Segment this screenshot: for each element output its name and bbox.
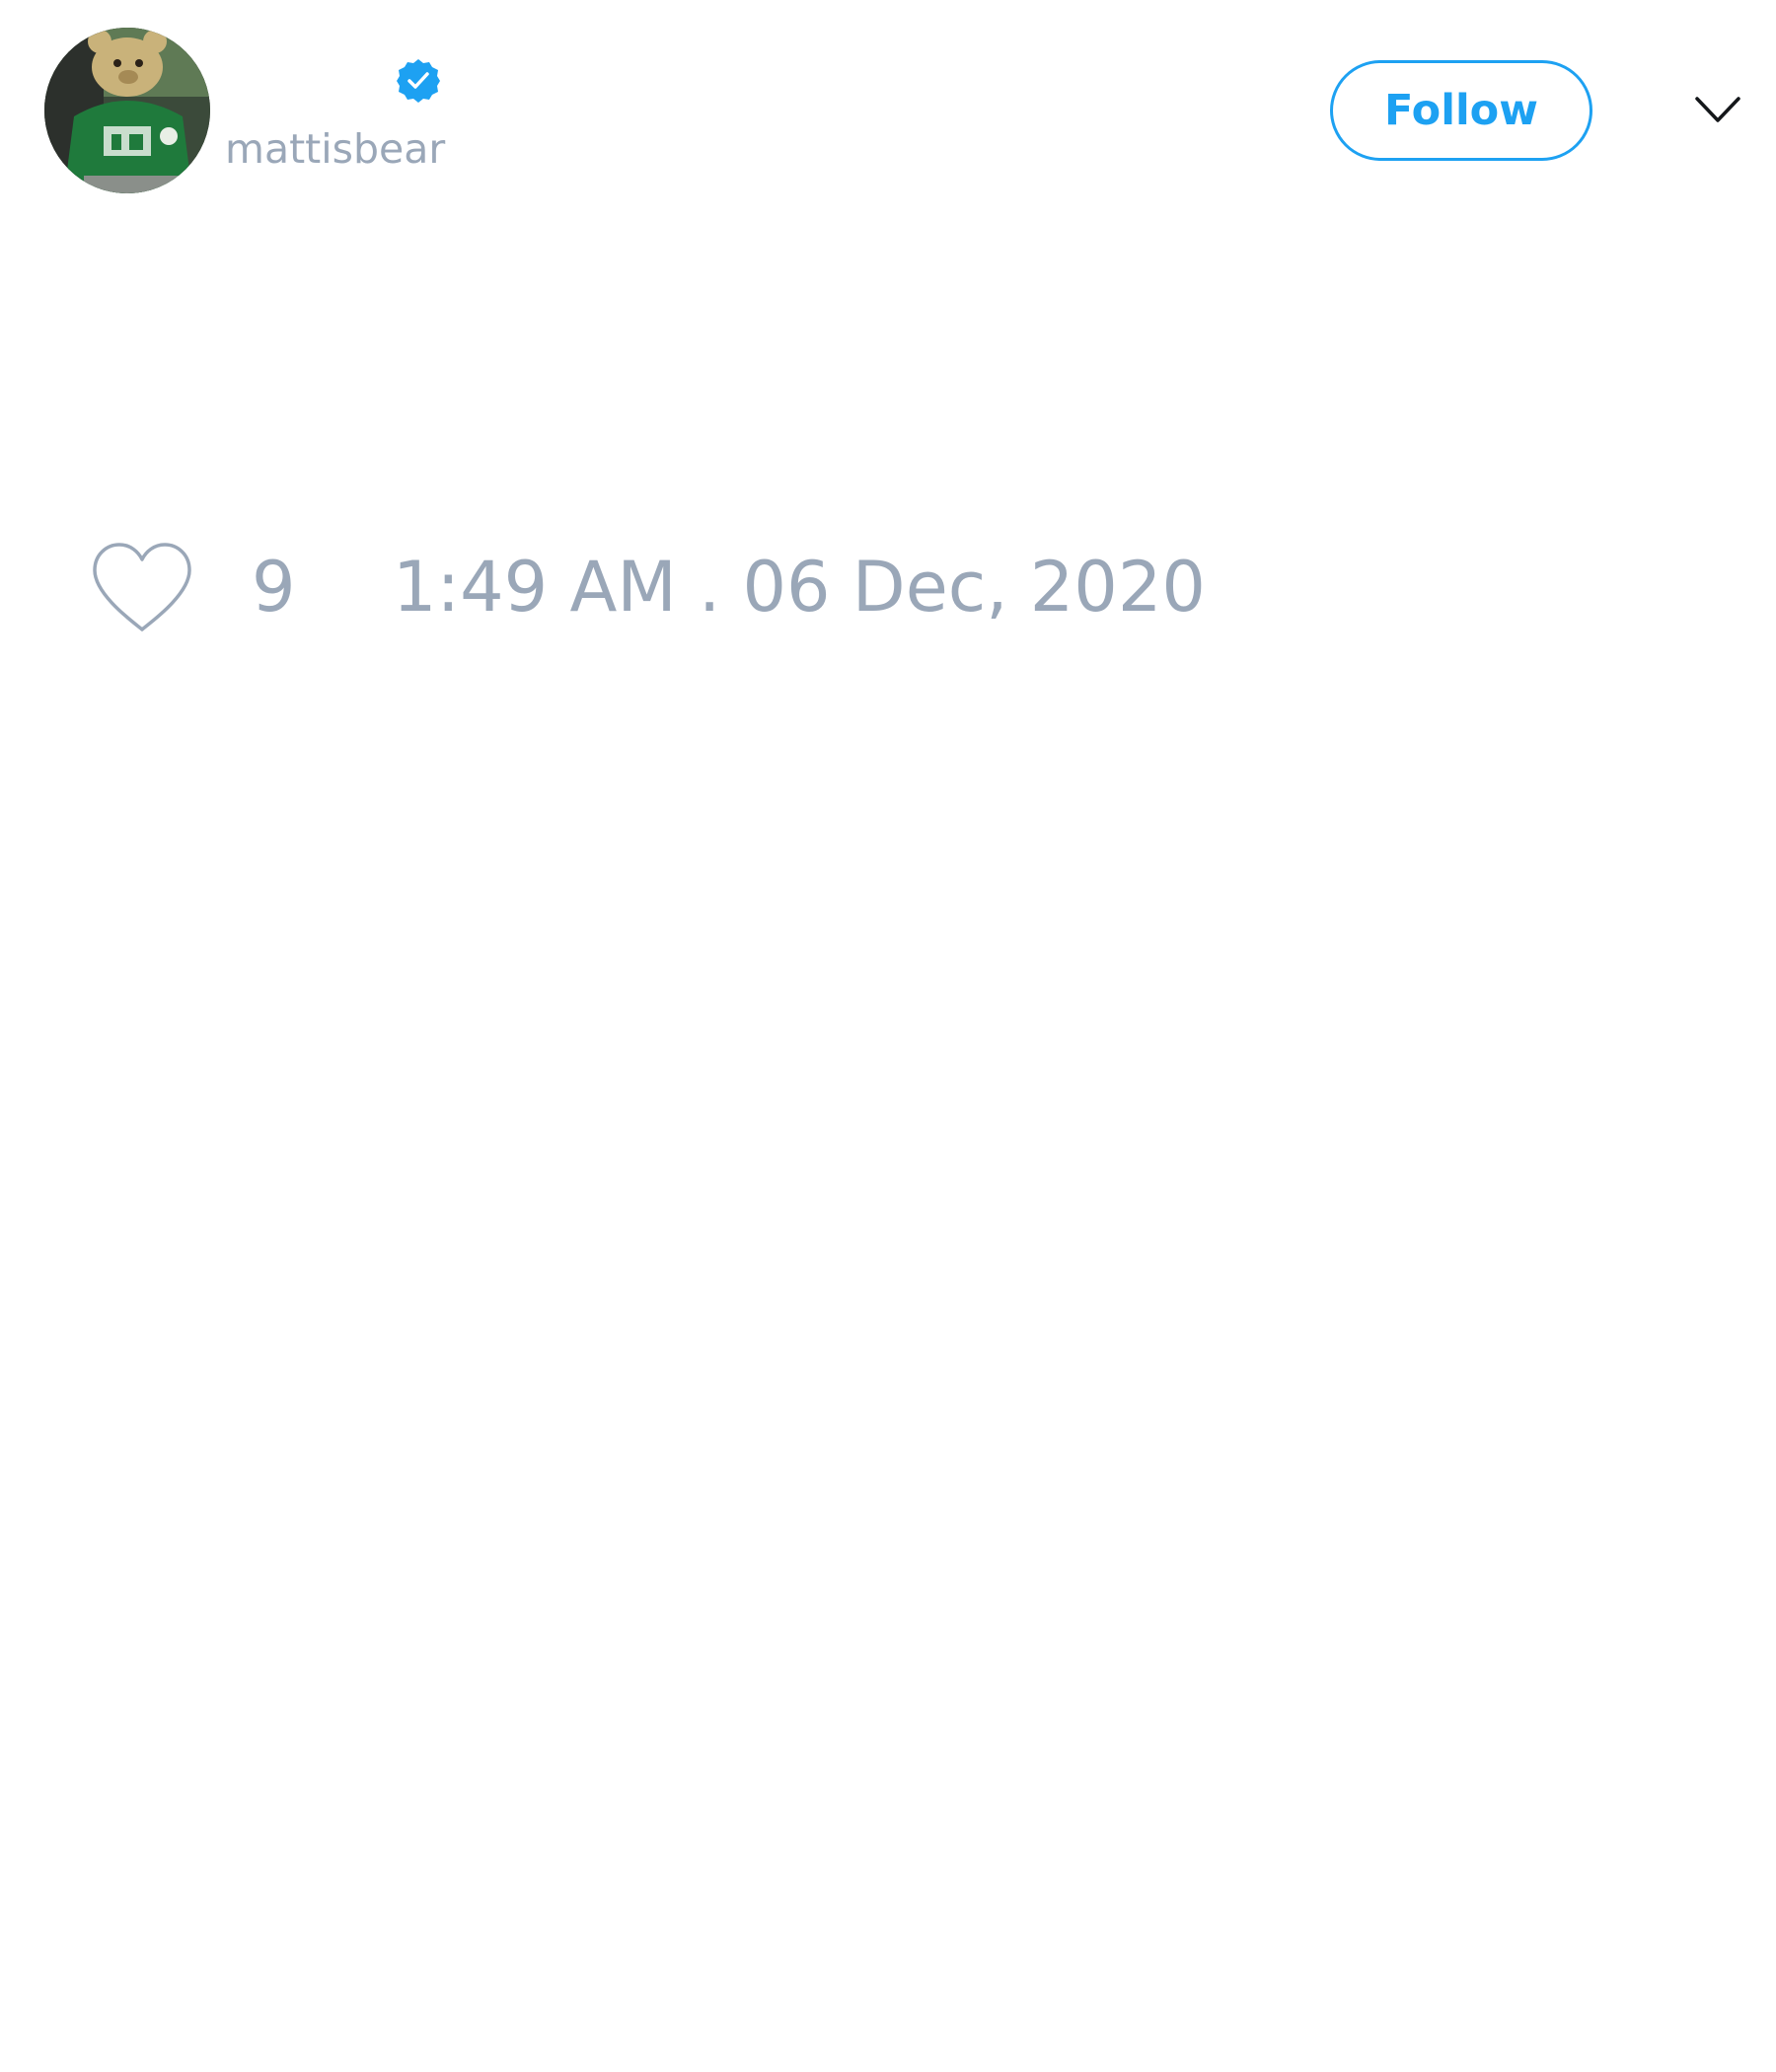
user-handle[interactable]: mattisbear (225, 124, 445, 174)
tweet-timestamp[interactable]: 1:49 AM . 06 Dec, 2020 (393, 548, 1206, 627)
avatar[interactable] (44, 28, 210, 193)
follow-button[interactable]: Follow (1330, 60, 1592, 161)
verified-badge-icon (397, 59, 440, 103)
chevron-down-icon[interactable] (1693, 93, 1742, 128)
like-count: 9 (252, 547, 296, 628)
heart-outline-icon[interactable] (89, 541, 195, 635)
tweet-card: mattisbear Follow 9 1:49 AM . 06 Dec, 20… (0, 0, 1776, 2072)
teddy-bear-avatar-icon (44, 28, 210, 193)
